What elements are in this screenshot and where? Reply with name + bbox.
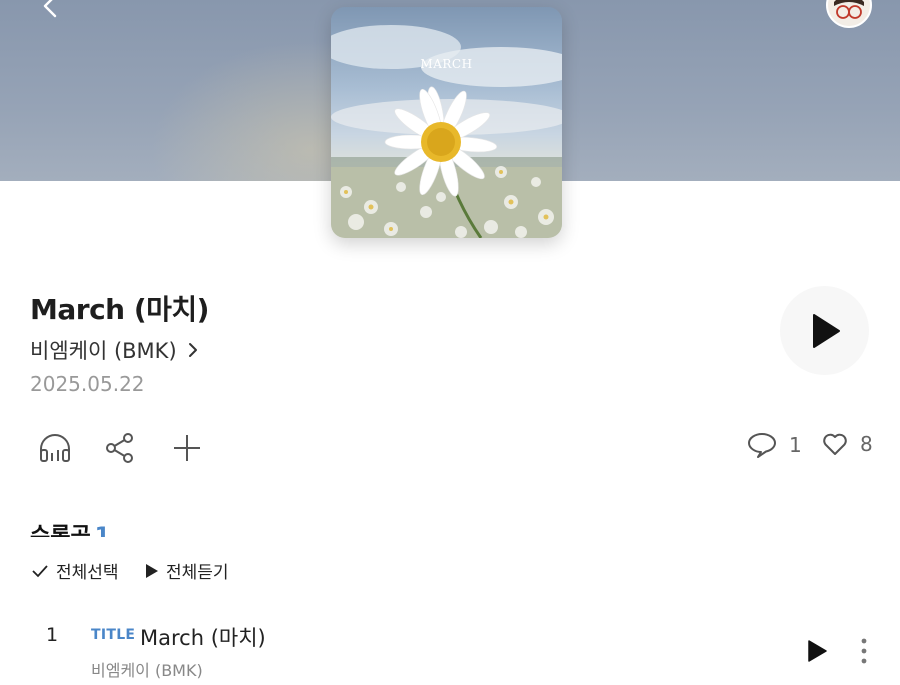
album-cover-text: MARCH — [420, 57, 473, 71]
artist-name: 비엠케이 (BMK) — [30, 339, 177, 363]
profile-avatar-icon — [828, 0, 870, 26]
play-icon — [808, 640, 827, 662]
likes-count: 8 — [860, 432, 873, 456]
album-cover[interactable]: MARCH — [331, 7, 562, 238]
track-title[interactable]: March (마치) — [140, 622, 266, 652]
select-all-label: 전체선택 — [56, 563, 119, 583]
release-date: 2025.05.22 — [30, 372, 145, 396]
back-button[interactable] — [30, 0, 70, 26]
artist-link[interactable]: 비엠케이 (BMK) — [30, 335, 199, 365]
play-icon — [812, 313, 840, 348]
daisy-image — [331, 25, 562, 238]
play-all-label: 전체듣기 — [166, 563, 229, 583]
add-icon — [174, 435, 200, 461]
more-vertical-icon — [861, 638, 867, 664]
comments-count: 1 — [789, 433, 802, 457]
album-title: March (마치) — [30, 293, 209, 326]
tracklist-heading: 수록곡 1 — [30, 522, 110, 537]
comments-button[interactable]: 1 — [747, 432, 802, 458]
comment-icon — [748, 433, 776, 458]
check-icon — [32, 564, 48, 577]
chevron-right-icon — [188, 343, 197, 357]
heart-icon — [823, 433, 847, 455]
play-album-button[interactable] — [780, 286, 869, 375]
select-all-button[interactable]: 전체선택 — [32, 558, 119, 583]
play-all-button[interactable]: 전체듣기 — [145, 558, 229, 583]
listen-button[interactable] — [37, 430, 73, 466]
title-track-badge: TITLE — [91, 627, 136, 643]
chevron-left-icon — [43, 0, 57, 18]
share-icon — [106, 433, 133, 463]
track-play-button[interactable] — [803, 637, 831, 665]
add-to-playlist-button[interactable] — [169, 430, 205, 466]
track-more-button[interactable] — [852, 636, 876, 666]
tracklist-count: 1 — [94, 524, 111, 537]
track-number: 1 — [46, 624, 59, 646]
track-artist: 비엠케이 (BMK) — [91, 661, 203, 680]
like-button[interactable]: 8 — [822, 432, 873, 456]
play-small-icon — [146, 563, 158, 578]
share-button[interactable] — [102, 430, 138, 466]
tracklist-title: 수록곡 — [30, 524, 91, 537]
headphones-icon — [40, 434, 70, 462]
